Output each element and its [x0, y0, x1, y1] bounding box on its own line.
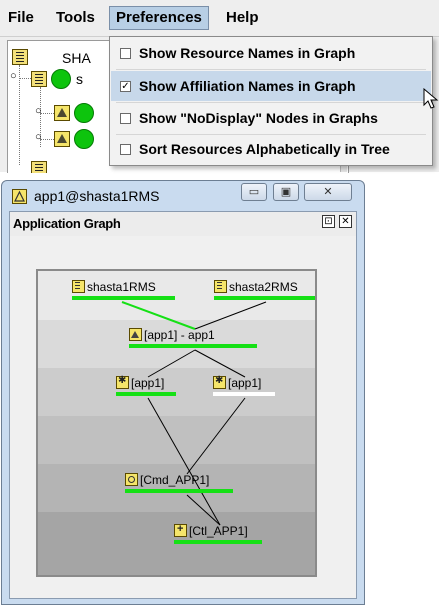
status-bar [125, 489, 233, 493]
online-status-icon [74, 103, 94, 123]
graph-edge-app-right [194, 349, 246, 378]
expand-handle-icon[interactable]: ○ [35, 105, 42, 117]
expand-handle-icon[interactable]: ○ [10, 70, 17, 82]
menu-separator [116, 69, 426, 70]
application-graph[interactable]: shasta1RMS shasta2RMS [app1] - app1 [app… [36, 269, 317, 577]
command-node-icon [125, 473, 138, 486]
system-node-icon [214, 280, 227, 293]
tree-node-label[interactable]: s [76, 71, 83, 87]
menu-item-label: Show Affiliation Names in Graph [139, 78, 356, 94]
menu-item-label: Sort Resources Alphabetically in Tree [139, 141, 390, 157]
menu-item-label: Show Resource Names in Graph [139, 45, 356, 61]
menu-item-label: Show "NoDisplay" Nodes in Graphs [139, 110, 378, 126]
graph-node-label: [app1] [131, 376, 165, 390]
main-window: File Tools Preferences Help SHA ○ ○ ○ s [0, 0, 439, 173]
application-window: app1@shasta1RMS ▭ ▣ ✕ Application Graph … [1, 180, 365, 605]
menu-item-show-nodisplay-nodes[interactable]: Show "NoDisplay" Nodes in Graphs [111, 103, 431, 133]
menu-bar: File Tools Preferences Help [0, 0, 439, 37]
menu-item-show-affiliation-names[interactable]: ✓ Show Affiliation Names in Graph [111, 71, 431, 101]
app-node-icon [129, 328, 142, 341]
graph-node-label: shasta1RMS [87, 280, 156, 294]
window-content: Application Graph ⊡ ✕ shasta1RMS shasta2… [9, 211, 357, 599]
panel-header: Application Graph ⊡ ✕ [10, 212, 356, 236]
close-button[interactable]: ✕ [304, 183, 352, 201]
app-window-icon [12, 189, 27, 204]
checkbox-icon [120, 113, 131, 124]
mouse-cursor-icon [423, 88, 439, 109]
graph-edge-cmd-ctl [186, 494, 221, 526]
star-node-icon [213, 375, 226, 389]
menu-item-sort-resources[interactable]: Sort Resources Alphabetically in Tree [111, 134, 431, 164]
tree-root-label[interactable]: SHA [62, 50, 91, 66]
system-icon [12, 49, 28, 65]
tree-connector [40, 139, 54, 140]
window-titlebar[interactable]: app1@shasta1RMS ▭ ▣ ✕ [2, 181, 364, 211]
menu-file[interactable]: File [2, 6, 40, 30]
preferences-dropdown: Show Resource Names in Graph ✓ Show Affi… [109, 36, 433, 166]
checkbox-icon [120, 144, 131, 155]
graph-node-label: [Ctl_APP1] [189, 524, 248, 538]
panel-restore-button[interactable]: ⊡ [322, 215, 335, 228]
status-bar [214, 296, 315, 300]
system-node-icon [31, 71, 47, 87]
graph-node-label: [Cmd_APP1] [140, 473, 210, 487]
checked-checkbox-icon: ✓ [120, 81, 131, 92]
tree-connector [19, 65, 20, 165]
menu-help[interactable]: Help [220, 6, 265, 30]
minimize-button[interactable]: ▭ [241, 183, 267, 201]
star-node-icon [116, 375, 129, 389]
tree-connector [40, 113, 54, 114]
menu-tools[interactable]: Tools [50, 6, 101, 30]
online-status-icon [51, 69, 71, 89]
app-node-icon [54, 105, 70, 121]
online-status-icon [74, 129, 94, 149]
graph-edge-shasta2-app [194, 301, 267, 330]
graph-edge-app-left [147, 349, 196, 378]
panel-close-button[interactable]: ✕ [339, 215, 352, 228]
graph-edge-shasta1-app [121, 301, 196, 330]
graph-node-label: [app1] [228, 376, 262, 390]
menu-item-show-resource-names[interactable]: Show Resource Names in Graph [111, 38, 431, 68]
graph-node-label: [app1] - app1 [144, 328, 215, 342]
expand-handle-icon[interactable]: ○ [35, 131, 42, 143]
tree-connector [19, 78, 31, 79]
graph-node-label: shasta2RMS [229, 280, 298, 294]
controller-node-icon [174, 523, 187, 537]
system-node-icon [72, 280, 85, 293]
status-bar [116, 392, 176, 396]
graph-edge-right-cmd [186, 397, 246, 475]
maximize-button[interactable]: ▣ [273, 183, 299, 201]
app-node-icon [54, 131, 70, 147]
system-node-icon [31, 161, 47, 173]
status-bar [129, 344, 257, 348]
status-bar [174, 540, 262, 544]
window-title: app1@shasta1RMS [34, 188, 160, 204]
menu-preferences[interactable]: Preferences [109, 6, 209, 30]
checkbox-icon [120, 48, 131, 59]
status-bar [213, 392, 275, 396]
graph-edge-left-ctl [147, 397, 221, 526]
panel-title: Application Graph [13, 216, 121, 231]
status-bar [72, 296, 175, 300]
